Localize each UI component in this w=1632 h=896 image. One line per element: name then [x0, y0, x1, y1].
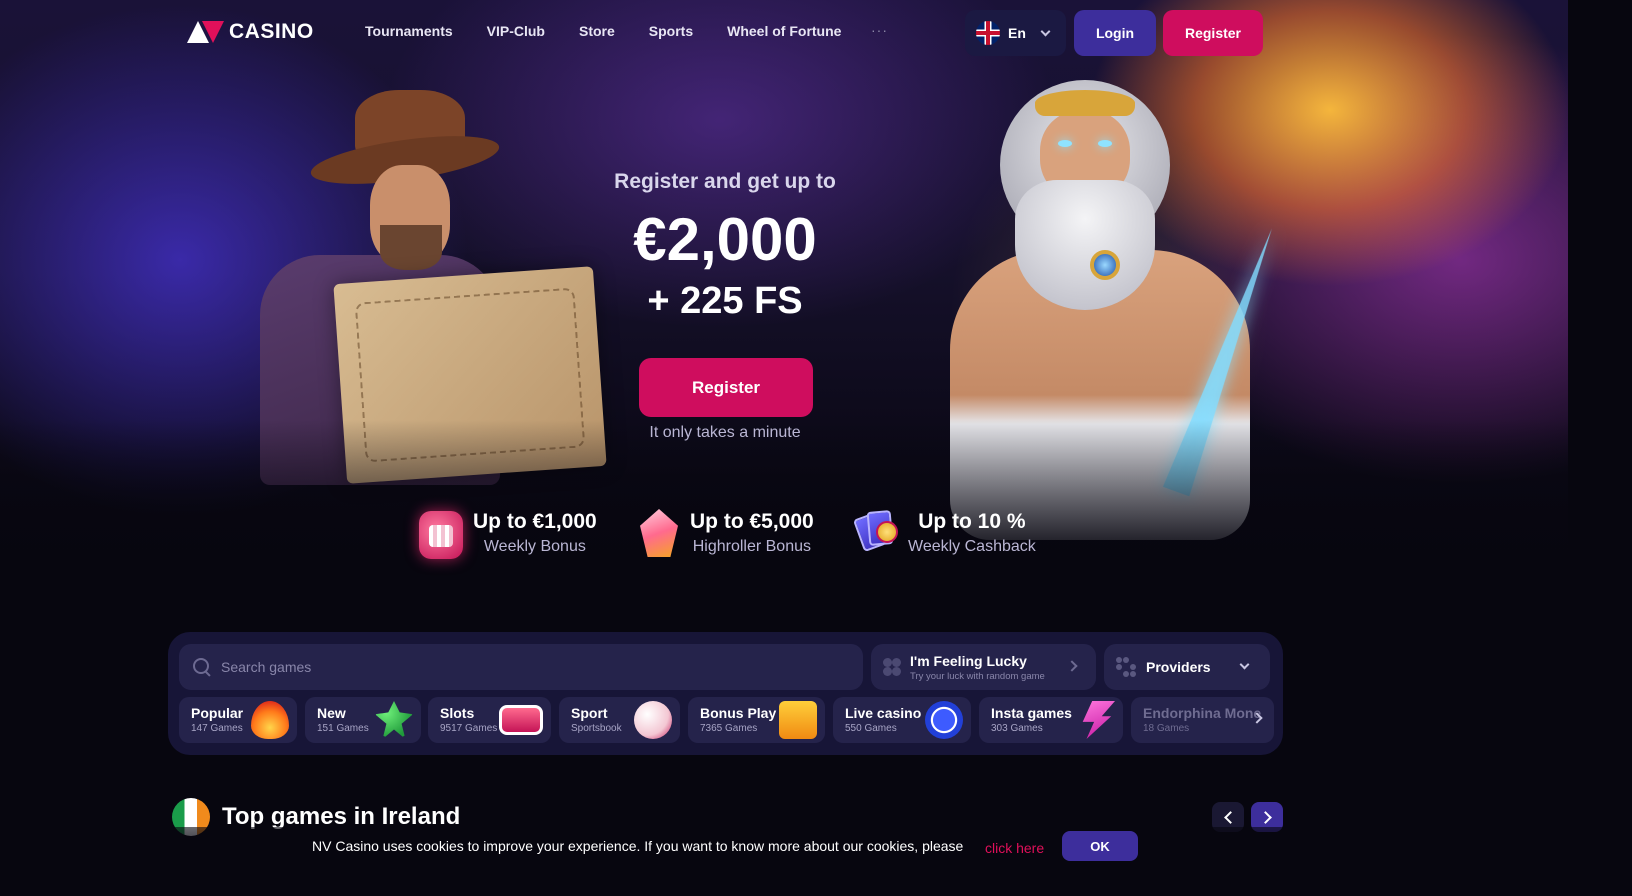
- gift-icon: [779, 701, 817, 739]
- promo-weekly-cashback[interactable]: Up to 10 % Weekly Cashback: [850, 505, 1036, 561]
- games-panel: I'm Feeling Lucky Try your luck with ran…: [168, 632, 1283, 755]
- category-tabs: Popular 147 Games New 151 Games Slots 95…: [179, 697, 1274, 743]
- poker-chip-icon: [925, 701, 963, 739]
- hero-note: It only takes a minute: [649, 424, 801, 441]
- cookie-text: NV Casino uses cookies to improve your e…: [312, 838, 964, 854]
- category-sport[interactable]: Sport Sportsbook: [559, 697, 680, 743]
- language-label: En: [1008, 25, 1026, 41]
- nv-logo-icon: [187, 21, 225, 43]
- category-insta-games[interactable]: Insta games 303 Games: [979, 697, 1123, 743]
- promo-weekly-bonus[interactable]: Up to €1,000 Weekly Bonus: [415, 505, 597, 561]
- hero-free-spins: + 225 FS: [647, 280, 803, 322]
- nav-sports[interactable]: Sports: [649, 23, 693, 39]
- category-slots[interactable]: Slots 9517 Games: [428, 697, 551, 743]
- uk-flag-icon: [976, 21, 1000, 45]
- search-icon: [193, 658, 211, 676]
- feeling-lucky-button[interactable]: I'm Feeling Lucky Try your luck with ran…: [871, 644, 1096, 690]
- cookie-banner: NV Casino uses cookies to improve your e…: [0, 827, 1568, 861]
- promo-highroller-bonus[interactable]: Up to €5,000 Highroller Bonus: [632, 505, 814, 561]
- laurel-crown-illustration: [1035, 90, 1135, 116]
- category-popular[interactable]: Popular 147 Games: [179, 697, 297, 743]
- hero-bonus-amount: €2,000: [633, 206, 817, 273]
- cookie-policy-link[interactable]: click here: [985, 840, 1044, 856]
- site-header: CASINO Tournaments VIP-Club Store Sports…: [0, 0, 1568, 64]
- chevron-down-icon: [1239, 659, 1250, 670]
- more-menu-icon[interactable]: ···: [871, 22, 888, 38]
- language-selector[interactable]: En: [965, 10, 1066, 56]
- search-bar: [179, 644, 863, 690]
- main-nav: Tournaments VIP-Club Store Sports Wheel …: [365, 23, 841, 39]
- search-input[interactable]: [221, 659, 841, 675]
- nav-wheel-of-fortune[interactable]: Wheel of Fortune: [727, 23, 841, 39]
- clover-icon: [883, 658, 901, 676]
- category-live-casino[interactable]: Live casino 550 Games: [833, 697, 971, 743]
- category-bonus-play[interactable]: Bonus Play 7365 Games: [688, 697, 825, 743]
- register-button-header[interactable]: Register: [1163, 10, 1263, 56]
- calendar-icon: [415, 505, 467, 561]
- nav-tournaments[interactable]: Tournaments: [365, 23, 453, 39]
- cookie-ok-button[interactable]: OK: [1062, 831, 1138, 861]
- category-new[interactable]: New 151 Games: [305, 697, 421, 743]
- nav-store[interactable]: Store: [579, 23, 615, 39]
- slot-machine-icon: [499, 705, 543, 735]
- chevron-down-icon: [1040, 26, 1051, 36]
- providers-dropdown[interactable]: Providers: [1104, 644, 1270, 690]
- nav-vip-club[interactable]: VIP-Club: [487, 23, 545, 39]
- gem-icon: [632, 505, 684, 561]
- nv-casino-logo[interactable]: CASINO: [187, 20, 314, 44]
- hero-subtitle: Register and get up to: [614, 170, 836, 193]
- login-button[interactable]: Login: [1074, 10, 1156, 56]
- chevron-right-icon: [1066, 660, 1078, 672]
- register-button-hero[interactable]: Register: [639, 358, 813, 417]
- soccer-ball-icon: [634, 701, 672, 739]
- providers-icon: [1116, 657, 1136, 677]
- cards-icon: [850, 505, 902, 561]
